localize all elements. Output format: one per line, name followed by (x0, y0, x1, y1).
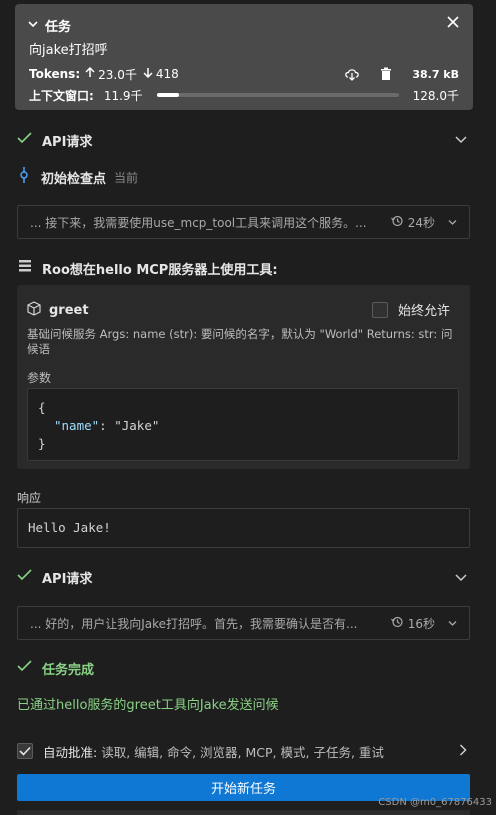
task-completed-row: 任务完成 (17, 658, 94, 678)
context-progress-fill (156, 93, 180, 97)
completion-message: 已通过hello服务的greet工具向Jake发送问候 (17, 698, 279, 713)
context-window-row: 上下文窗口: 11.9千 128.0千 (29, 86, 459, 104)
tool-name: greet (49, 303, 89, 318)
code-colon: : (99, 418, 115, 433)
tool-name-row: greet (27, 301, 89, 320)
auto-approve-row[interactable]: 自动批准: 读取, 编辑, 命令, 浏览器, MCP, 模式, 子任务, 重试 (17, 740, 470, 762)
auto-approve-items: 读取, 编辑, 命令, 浏览器, MCP, 模式, 子任务, 重试 (101, 744, 384, 760)
context-progress-bar (156, 93, 399, 97)
history-icon (390, 616, 403, 631)
task-header-label: 任务 (45, 20, 72, 35)
params-code-block: { "name": "Jake" } (27, 388, 459, 461)
input-area-edge (17, 810, 470, 815)
code-key: "name" (54, 418, 100, 433)
auto-approve-checkbox[interactable] (17, 743, 33, 759)
reasoning-block-2[interactable]: ... 好的，用户让我向Jake打招呼。首先，我需要确认是否有... 16秒 (17, 606, 470, 640)
git-commit-icon (19, 167, 29, 187)
chevron-down-icon (27, 18, 39, 34)
always-allow-toggle[interactable]: 始终允许 (371, 300, 450, 319)
chevron-down-icon (448, 616, 457, 630)
task-collapse-toggle[interactable]: 任务 (27, 16, 71, 35)
task-size: 38.7 kB (412, 67, 459, 81)
task-text: 向jake打招呼 (29, 43, 108, 58)
server-icon (18, 259, 32, 277)
chevron-down-icon (448, 215, 457, 229)
reasoning-time-2-label: 16秒 (407, 616, 435, 631)
cloud-download-icon[interactable] (344, 66, 360, 82)
auto-approve-label: 自动批准: (43, 744, 98, 760)
check-icon (17, 569, 32, 585)
reasoning-time-1: 24秒 (390, 214, 457, 231)
tokens-row: Tokens: 23.0千 418 38.7 kB (29, 64, 459, 84)
chevron-right-icon[interactable] (459, 743, 467, 759)
check-icon (17, 132, 32, 148)
mcp-notice-label: Roo想在hello MCP服务器上使用工具: (42, 262, 278, 278)
reasoning-time-2: 16秒 (390, 615, 457, 632)
reasoning-text-1: ... 接下来，我需要使用use_mcp_tool工具来调用这个服务。... (30, 215, 367, 230)
reasoning-block-1[interactable]: ... 接下来，我需要使用use_mcp_tool工具来调用这个服务。... 2… (17, 205, 470, 239)
close-icon[interactable] (447, 13, 459, 32)
response-label: 响应 (17, 491, 42, 505)
context-max: 128.0千 (412, 88, 459, 103)
api-request-2[interactable]: API请求 (17, 567, 92, 587)
check-icon (17, 660, 32, 676)
code-line: "name": "Jake" (38, 417, 448, 435)
code-value: "Jake" (114, 418, 160, 433)
params-label: 参数 (27, 371, 52, 385)
mcp-notice: Roo想在hello MCP服务器上使用工具: (18, 258, 278, 278)
always-allow-checkbox[interactable] (371, 301, 388, 318)
arrow-down-icon (143, 67, 153, 81)
task-header: 任务 向jake打招呼 Tokens: 23.0千 418 38.7 kB 上下… (15, 4, 473, 110)
tokens-down-value: 418 (155, 67, 179, 81)
code-open-brace: { (38, 400, 46, 415)
api-request-1-label: API请求 (42, 134, 93, 150)
checkpoint-label: 初始检查点 (41, 171, 107, 187)
arrow-up-icon (85, 66, 95, 81)
tool-description: 基础问候服务 Args: name (str): 要问候的名字，默认为 "Wor… (27, 327, 453, 356)
chevron-down-icon[interactable] (455, 134, 467, 149)
checkpoint-row: 初始检查点 当前 (19, 167, 138, 187)
tokens-up-value: 23.0千 (98, 67, 137, 82)
context-label: 上下文窗口: (29, 88, 94, 103)
context-used: 11.9千 (103, 88, 143, 103)
response-box: Hello Jake! (17, 508, 470, 548)
checkpoint-status: 当前 (114, 170, 139, 185)
trash-icon[interactable] (378, 66, 394, 82)
watermark: CSDN @m0_67876433 (378, 797, 492, 808)
tokens-label: Tokens: (29, 67, 81, 81)
api-request-2-label: API请求 (42, 571, 93, 587)
package-icon (27, 301, 41, 320)
task-completed-label: 任务完成 (42, 662, 95, 678)
mcp-tool-card: greet 始终允许 基础问候服务 Args: name (str): 要问候的… (17, 285, 470, 469)
code-close-brace: } (38, 436, 46, 451)
history-icon (390, 215, 403, 230)
reasoning-time-1-label: 24秒 (407, 215, 435, 230)
api-request-1[interactable]: API请求 (17, 130, 92, 150)
chevron-down-icon[interactable] (455, 572, 467, 587)
reasoning-text-2: ... 好的，用户让我向Jake打招呼。首先，我需要确认是否有... (30, 616, 358, 631)
always-allow-label: 始终允许 (397, 304, 450, 319)
